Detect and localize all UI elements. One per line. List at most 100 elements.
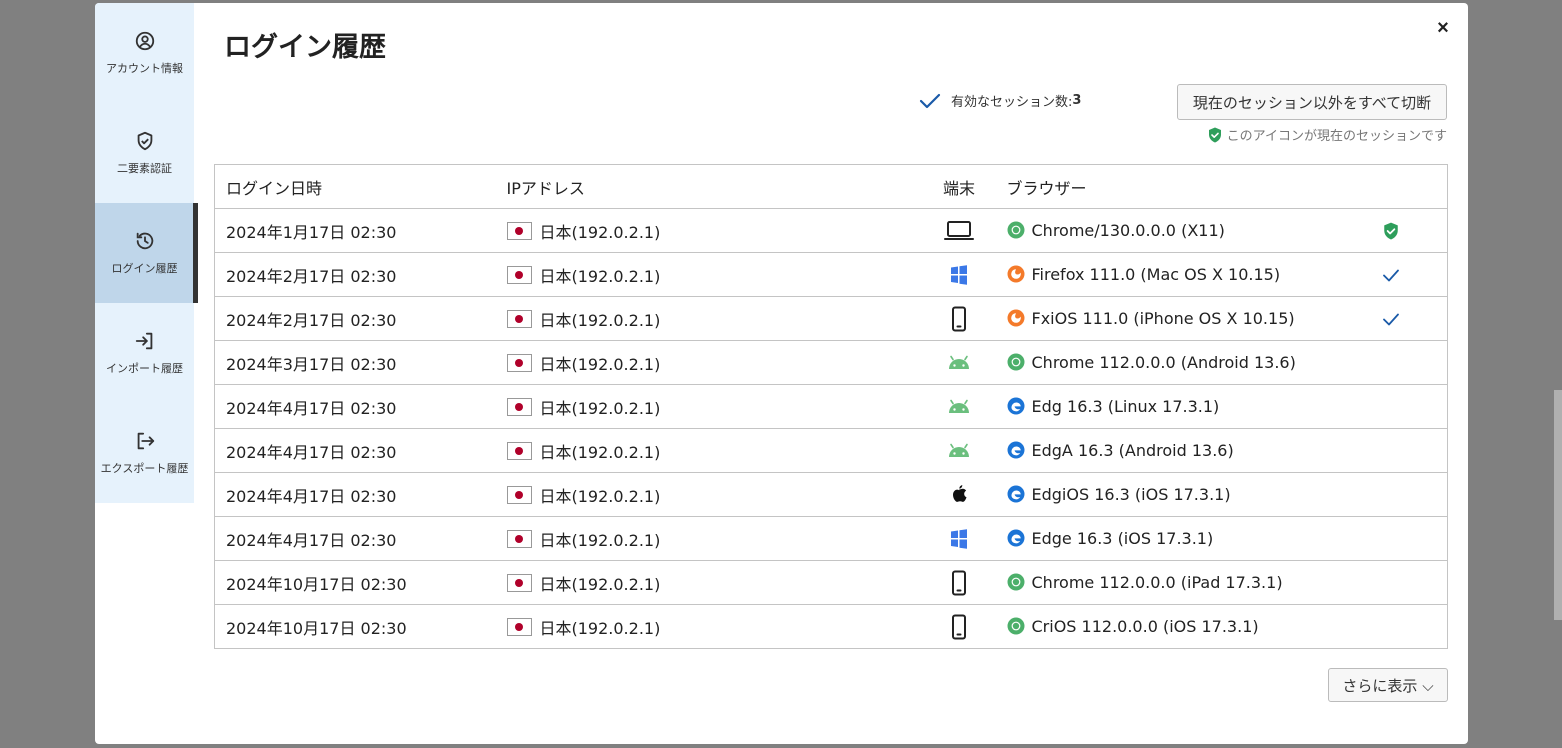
- scrollbar-track[interactable]: [1554, 390, 1562, 620]
- current-session-note-text: このアイコンが現在のセッションです: [1226, 129, 1447, 144]
- login-date-cell: 2024年4月17日 02:30: [214, 384, 496, 429]
- browser-cell: CriOS 112.0.0.0 (iOS 17.3.1): [995, 604, 1336, 649]
- ip-address-text: 日本(192.0.2.1): [539, 398, 661, 418]
- ip-address-text: 日本(192.0.2.1): [539, 618, 661, 638]
- header-ip-address: IPアドレス: [495, 164, 923, 209]
- history-icon: [136, 232, 153, 250]
- device-cell: [922, 604, 996, 649]
- ip-address-cell: 日本(192.0.2.1): [495, 296, 923, 341]
- japan-flag-icon: [506, 573, 532, 592]
- ip-address-cell: 日本(192.0.2.1): [495, 340, 923, 385]
- chrome-icon: [1007, 353, 1025, 371]
- import-icon: [135, 332, 152, 350]
- ip-address-cell: 日本(192.0.2.1): [495, 428, 923, 473]
- ip-address-text: 日本(192.0.2.1): [539, 574, 661, 594]
- browser-cell: Chrome 112.0.0.0 (iPad 17.3.1): [995, 560, 1336, 605]
- browser-cell: EdgiOS 16.3 (iOS 17.3.1): [995, 472, 1336, 517]
- table-row: 2024年1月17日 02:30 日本(192.0.2.1) Chrome/130.…: [214, 208, 1448, 253]
- edge-icon: [1007, 441, 1025, 459]
- table-header-row: ログイン日時 IPアドレス 端末 ブラウザー: [214, 164, 1448, 209]
- browser-cell: Chrome/130.0.0.0 (X11): [995, 208, 1336, 253]
- ip-address-text: 日本(192.0.2.1): [539, 442, 661, 462]
- device-cell: [922, 384, 996, 429]
- device-cell: [922, 560, 996, 605]
- sidebar-item-label: エクスポート履歴: [100, 462, 189, 475]
- japan-flag-icon: [506, 309, 532, 328]
- japan-flag-icon: [506, 353, 532, 372]
- device-cell: [922, 208, 996, 253]
- phone-icon: [943, 306, 975, 331]
- android-icon: [943, 396, 975, 415]
- sidebar-item-export-history[interactable]: エクスポート履歴: [95, 403, 194, 503]
- table-row: 2024年4月17日 02:30 日本(192.0.2.1) Edge 16.3 (…: [214, 516, 1448, 561]
- device-cell: [922, 472, 996, 517]
- japan-flag-icon: [506, 617, 532, 636]
- session-count-value: 3: [1072, 93, 1082, 108]
- laptop-icon: [943, 220, 975, 240]
- session-status-cell: [1335, 604, 1448, 649]
- session-status-cell: [1335, 208, 1448, 253]
- japan-flag-icon: [506, 221, 532, 240]
- sidebar-item-two-factor[interactable]: 二要素認証: [95, 103, 194, 203]
- browser-text: Edg 16.3 (Linux 17.3.1): [1031, 397, 1220, 416]
- device-cell: [922, 296, 996, 341]
- ip-address-text: 日本(192.0.2.1): [539, 530, 661, 550]
- chrome-icon: [1007, 573, 1025, 591]
- active-session-check-icon: [1382, 309, 1400, 328]
- page-title: ログイン履歴: [224, 32, 386, 63]
- header-login-date: ログイン日時: [214, 164, 496, 209]
- browser-text: EdgA 16.3 (Android 13.6): [1031, 441, 1234, 460]
- chrome-icon: [1007, 221, 1025, 239]
- ip-address-cell: 日本(192.0.2.1): [495, 472, 923, 517]
- phone-icon: [943, 570, 975, 595]
- edge-icon: [1007, 529, 1025, 547]
- login-date-cell: 2024年4月17日 02:30: [214, 472, 496, 517]
- login-date-cell: 2024年1月17日 02:30: [214, 208, 496, 253]
- browser-cell: EdgA 16.3 (Android 13.6): [995, 428, 1336, 473]
- japan-flag-icon: [506, 485, 532, 504]
- current-session-icon: [1382, 221, 1400, 240]
- current-session-note: このアイコンが現在のセッションです: [1208, 125, 1447, 144]
- active-session-count: 有効なセッション数: 3: [919, 91, 1081, 110]
- session-status-cell: [1335, 296, 1448, 341]
- edge-icon: [1007, 397, 1025, 415]
- session-status-cell: [1335, 516, 1448, 561]
- table-row: 2024年4月17日 02:30 日本(192.0.2.1) EdgA 16.3 (…: [214, 428, 1448, 473]
- disconnect-others-button[interactable]: 現在のセッション以外をすべて切断: [1177, 84, 1447, 120]
- sidebar-item-account[interactable]: アカウント情報: [95, 3, 194, 103]
- session-status-cell: [1335, 428, 1448, 473]
- table-row: 2024年2月17日 02:30 日本(192.0.2.1) FxiOS 111.0…: [214, 296, 1448, 341]
- login-date-cell: 2024年4月17日 02:30: [214, 516, 496, 561]
- chrome-icon: [1007, 617, 1025, 635]
- session-status-cell: [1335, 472, 1448, 517]
- login-date-cell: 2024年2月17日 02:30: [214, 252, 496, 297]
- japan-flag-icon: [506, 441, 532, 460]
- japan-flag-icon: [506, 397, 532, 416]
- browser-text: EdgiOS 16.3 (iOS 17.3.1): [1031, 485, 1231, 504]
- browser-text: CriOS 112.0.0.0 (iOS 17.3.1): [1031, 617, 1259, 636]
- browser-cell: FxiOS 111.0 (iPhone OS X 10.15): [995, 296, 1336, 341]
- browser-text: Chrome 112.0.0.0 (iPad 17.3.1): [1031, 573, 1283, 592]
- ip-address-text: 日本(192.0.2.1): [539, 222, 661, 242]
- close-button[interactable]: ×: [1432, 17, 1454, 39]
- windows-icon: [943, 264, 975, 285]
- session-status-cell: [1335, 340, 1448, 385]
- device-cell: [922, 340, 996, 385]
- shield-check-icon: [137, 131, 152, 151]
- login-date-cell: 2024年10月17日 02:30: [214, 604, 496, 649]
- sidebar-item-label: インポート履歴: [106, 362, 183, 375]
- browser-cell: Firefox 111.0 (Mac OS X 10.15): [995, 252, 1336, 297]
- browser-text: FxiOS 111.0 (iPhone OS X 10.15): [1031, 309, 1295, 328]
- sidebar-item-login-history[interactable]: ログイン履歴: [95, 203, 198, 303]
- japan-flag-icon: [506, 265, 532, 284]
- header-status: [1335, 164, 1448, 209]
- browser-text: Edge 16.3 (iOS 17.3.1): [1031, 529, 1214, 548]
- session-count-label: 有効なセッション数:: [951, 95, 1073, 110]
- table-row: 2024年10月17日 02:30 日本(192.0.2.1) CriOS 112.…: [214, 604, 1448, 649]
- login-date-cell: 2024年10月17日 02:30: [214, 560, 496, 605]
- sidebar-item-import-history[interactable]: インポート履歴: [95, 303, 194, 403]
- ip-address-text: 日本(192.0.2.1): [539, 310, 661, 330]
- ip-address-cell: 日本(192.0.2.1): [495, 384, 923, 429]
- show-more-button[interactable]: さらに表示 ⌵: [1328, 668, 1448, 702]
- device-cell: [922, 516, 996, 561]
